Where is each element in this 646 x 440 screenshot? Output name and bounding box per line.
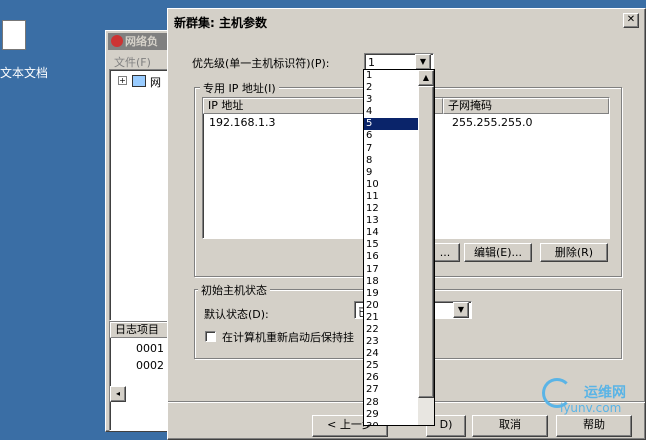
retain-state-checkbox[interactable] <box>205 331 216 342</box>
bg-window-title: 网络负 <box>125 35 158 48</box>
dropdown-option[interactable]: 19 <box>364 288 418 300</box>
close-button[interactable]: ✕ <box>623 13 639 28</box>
dropdown-option[interactable]: 23 <box>364 336 418 348</box>
priority-dropdown-button[interactable]: ▼ <box>415 54 431 70</box>
dialog-title: 新群集: 主机参数 <box>174 16 267 30</box>
dropdown-option[interactable]: 5 <box>364 118 418 131</box>
dropdown-option[interactable]: 27 <box>364 384 418 396</box>
dropdown-option[interactable]: 13 <box>364 215 418 227</box>
cancel-button[interactable]: 取消 <box>472 415 548 437</box>
dropdown-option[interactable]: 16 <box>364 251 418 263</box>
bg-menu-file[interactable]: 文件(F) <box>114 54 151 70</box>
network-icon <box>111 35 123 47</box>
priority-dropdown-list[interactable]: 1 2 3 4 5 6 7 8 9 10 11 12 13 14 15 16 17 18 19 20 21 22 23 24 2… <box>363 69 435 426</box>
expand-icon[interactable]: + <box>118 76 127 85</box>
dropdown-scrollbar[interactable]: ▲ <box>418 70 434 425</box>
dropdown-option[interactable]: 6 <box>364 130 418 142</box>
dropdown-option[interactable]: 14 <box>364 227 418 239</box>
scroll-thumb[interactable] <box>418 86 434 398</box>
dropdown-option[interactable]: 26 <box>364 372 418 384</box>
tree-item-label[interactable]: 网 <box>150 74 161 90</box>
log-row[interactable]: 0002 <box>136 359 164 372</box>
dropdown-option[interactable]: 10 <box>364 179 418 191</box>
default-state-dropdown-button[interactable]: ▼ <box>453 302 469 318</box>
priority-label: 优先级(单一主机标识符)(P): <box>192 57 330 70</box>
dropdown-option[interactable]: 21 <box>364 312 418 324</box>
watermark-url: iyunv.com <box>560 401 622 415</box>
dropdown-option[interactable]: 4 <box>364 106 418 118</box>
desktop-file-icon[interactable] <box>0 20 30 60</box>
dropdown-option[interactable]: 3 <box>364 94 418 106</box>
desktop-file-label: 文本文档 <box>0 66 49 80</box>
dropdown-option[interactable]: 8 <box>364 155 418 167</box>
dropdown-option[interactable]: 15 <box>364 239 418 251</box>
dropdown-option[interactable]: 11 <box>364 191 418 203</box>
scroll-up-arrow[interactable]: ▲ <box>418 70 434 86</box>
dropdown-option[interactable]: 12 <box>364 203 418 215</box>
dropdown-option[interactable]: 24 <box>364 348 418 360</box>
delete-button[interactable]: 删除(R) <box>540 243 608 262</box>
cluster-icon <box>132 75 146 87</box>
dropdown-option[interactable]: 20 <box>364 300 418 312</box>
chevron-down-icon: ▼ <box>457 305 465 314</box>
text-document-icon <box>2 20 26 50</box>
dropdown-option[interactable]: 30 <box>364 421 418 425</box>
dropdown-items: 1 2 3 4 5 6 7 8 9 10 11 12 13 14 15 16 17 18 19 20 21 22 23 24 2… <box>364 70 418 425</box>
dropdown-option[interactable]: 28 <box>364 397 418 409</box>
column-header-subnet[interactable]: 子网掩码 <box>443 98 609 114</box>
ip-cell: 192.168.1.3 <box>209 116 276 129</box>
subnet-cell: 255.255.255.0 <box>452 116 533 129</box>
watermark-cn: 运维网 <box>584 385 626 401</box>
dropdown-option[interactable]: 29 <box>364 409 418 421</box>
watermark: 运维网 iyunv.com <box>540 374 644 424</box>
dropdown-option[interactable]: 1 <box>364 70 418 82</box>
dropdown-option[interactable]: 17 <box>364 264 418 276</box>
ip-group-label: 专用 IP 地址(I) <box>200 80 279 96</box>
initial-state-label: 初始主机状态 <box>198 282 270 298</box>
scroll-left-arrow[interactable]: ◂ <box>110 386 126 402</box>
priority-value: 1 <box>368 56 375 69</box>
edit-button[interactable]: 编辑(E)... <box>464 243 532 262</box>
dropdown-option[interactable]: 9 <box>364 167 418 179</box>
dropdown-option[interactable]: 22 <box>364 324 418 336</box>
close-icon: ✕ <box>626 14 636 25</box>
dialog-titlebar[interactable]: 新群集: 主机参数 ✕ <box>170 11 643 31</box>
default-state-label: 默认状态(D): <box>204 308 269 321</box>
dropdown-option[interactable]: 7 <box>364 143 418 155</box>
dropdown-option[interactable]: 25 <box>364 360 418 372</box>
log-row[interactable]: 0001 <box>136 342 164 355</box>
dropdown-option[interactable]: 18 <box>364 276 418 288</box>
retain-state-label: 在计算机重新启动后保持挂 <box>222 331 354 344</box>
chevron-down-icon: ▼ <box>419 57 427 66</box>
dropdown-option[interactable]: 2 <box>364 82 418 94</box>
